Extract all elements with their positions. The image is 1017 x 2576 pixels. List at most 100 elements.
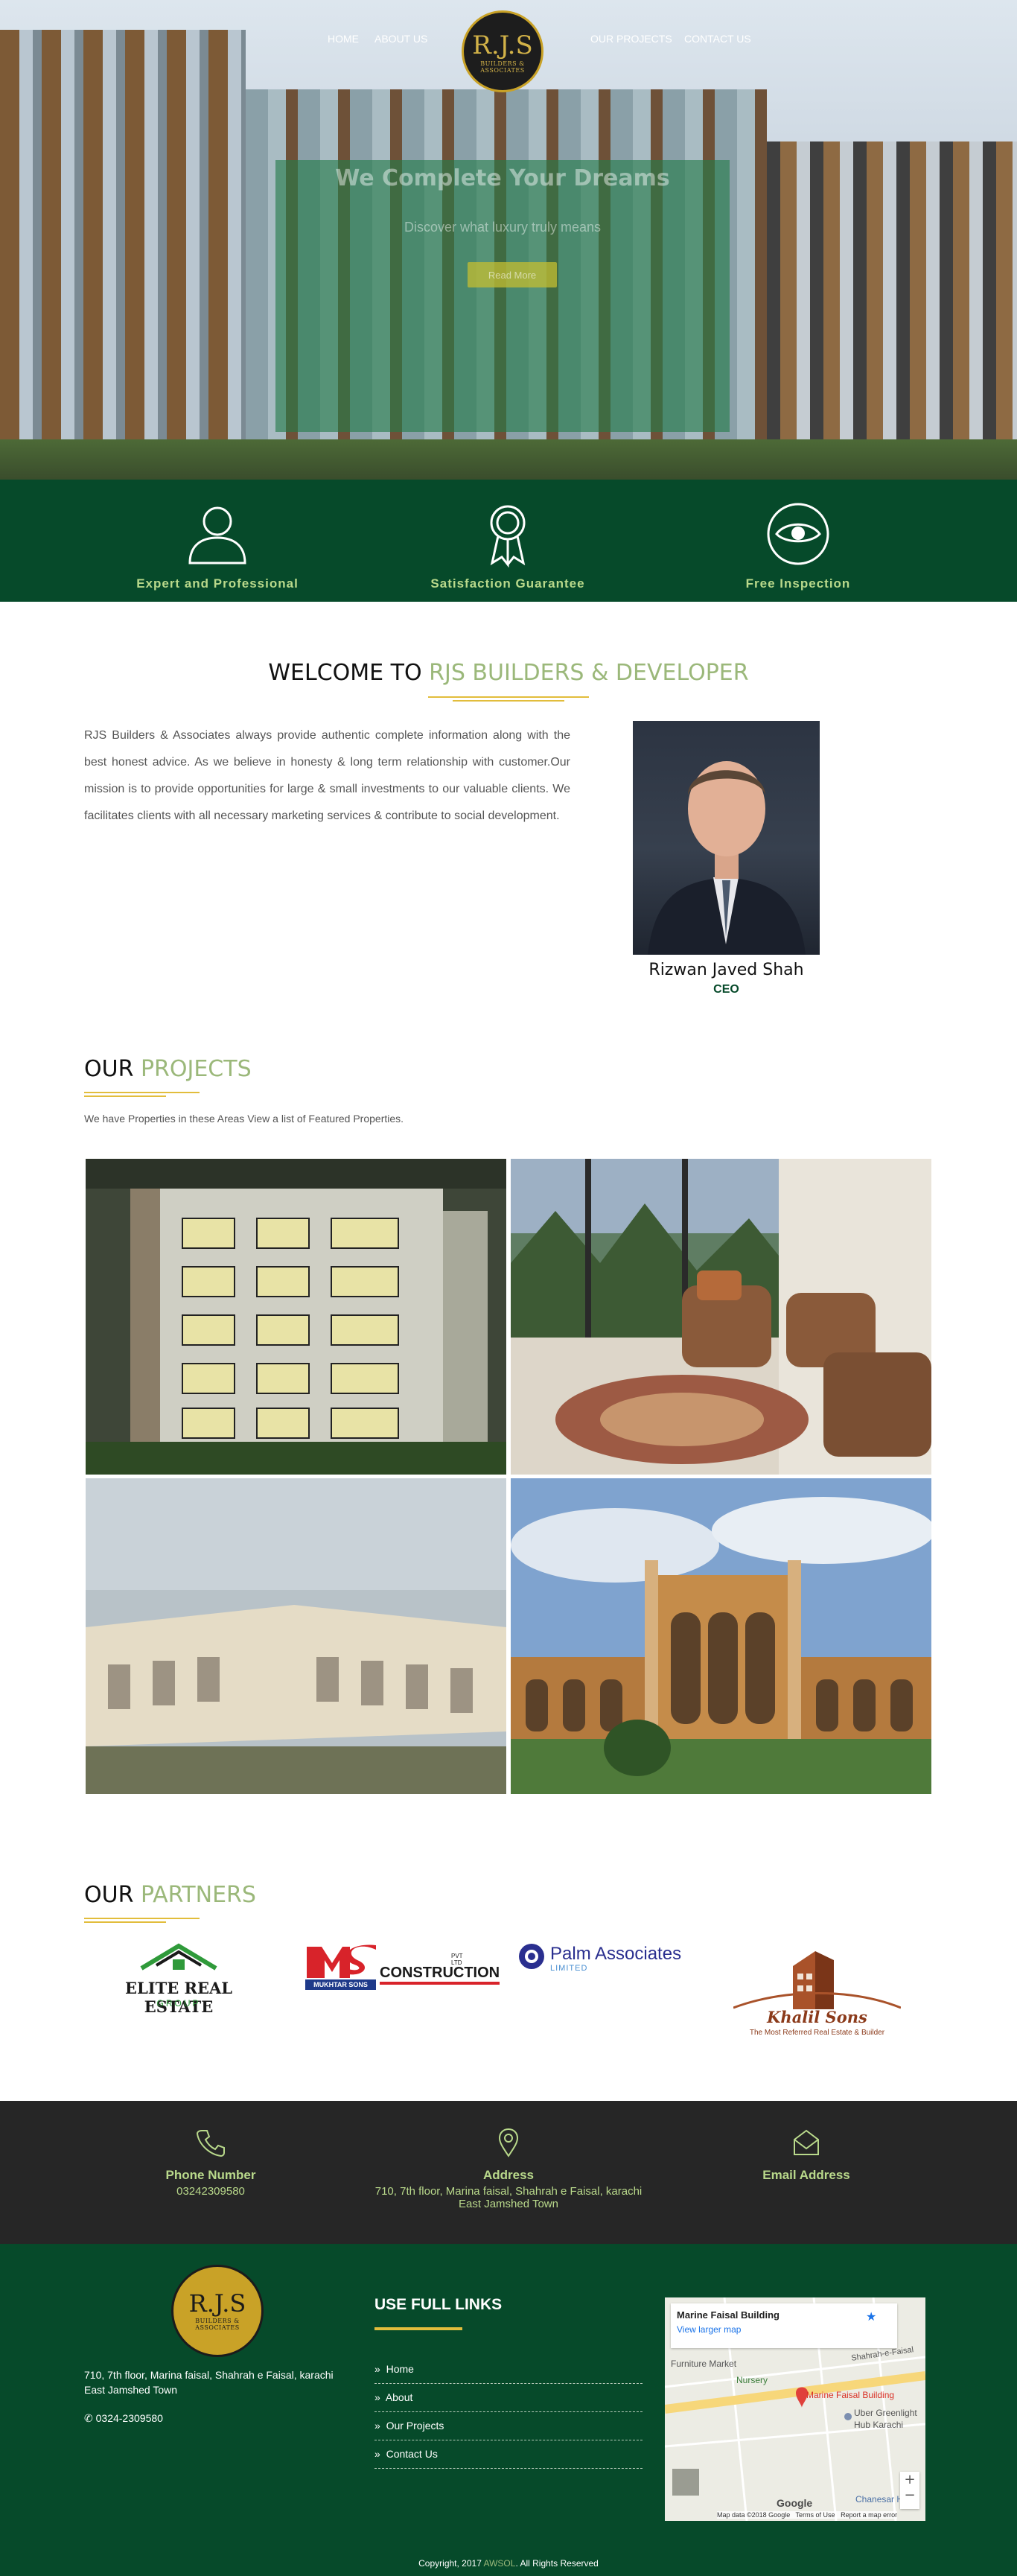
chevron-right-icon: » <box>374 2448 380 2460</box>
contact-email-label[interactable]: Email Address <box>657 2168 955 2183</box>
contact-phone-label: Phone Number <box>165 2168 256 2182</box>
nav-contact[interactable]: CONTACT US <box>684 33 751 45</box>
contact-phone-value[interactable]: 03242309580 <box>62 2185 360 2198</box>
footer-logo-tagline: BUILDERS & ASSOCIATES <box>195 2318 240 2331</box>
partner-sub: The Most Referred Real Estate & Builder <box>749 2029 885 2037</box>
map-place-card: Marine Faisal Building View larger map ★ <box>671 2303 897 2348</box>
features-band: Expert and Professional Satisfaction Gua… <box>0 480 1017 602</box>
map-star-icon[interactable]: ★ <box>866 2309 876 2324</box>
partners-heading: OUR PARTNERS <box>84 1882 256 1908</box>
footer-link-label[interactable]: About <box>386 2391 413 2403</box>
phone-icon: ✆ <box>84 2412 93 2424</box>
welcome-title-accent: RJS BUILDERS & DEVELOPER <box>429 660 749 686</box>
partner-sub: CONSTRUCTION <box>380 1965 500 1985</box>
project-photo <box>511 1478 931 1794</box>
project-image-interior[interactable] <box>511 1159 931 1475</box>
links-title-bar <box>374 2327 462 2330</box>
contact-address-line2: East Jamshed Town <box>459 2198 558 2210</box>
hero-banner: We Complete Your Dreams Discover what lu… <box>0 0 1017 480</box>
map-google-logo: Google <box>777 2497 813 2509</box>
partner-khalil-sons[interactable]: Khalil Sons The Most Referred Real Estat… <box>733 1944 902 2041</box>
footer-link-projects[interactable]: » Our Projects <box>374 2412 643 2440</box>
khalil-building-icon <box>733 1951 902 2009</box>
building-right <box>767 141 1017 447</box>
footer-phone-number[interactable]: 0324-2309580 <box>96 2412 163 2424</box>
footer-link-about[interactable]: » About <box>374 2384 643 2412</box>
partner-suffix: PVT LTD <box>451 1953 463 1966</box>
map-attribution: Map data ©2018 Google Terms of Use Repor… <box>717 2511 898 2519</box>
footer-address-line2: East Jamshed Town <box>84 2384 178 2396</box>
feature-label: Free Inspection <box>745 576 851 591</box>
chevron-right-icon: » <box>374 2363 380 2375</box>
phone-icon <box>196 2130 225 2157</box>
copyright-line: Copyright, 2017 AWSOL. All Rights Reserv… <box>0 2558 1017 2569</box>
site-footer: R.J.S BUILDERS & ASSOCIATES 710, 7th flo… <box>0 2244 1017 2576</box>
partners-underline <box>84 1918 200 1924</box>
zoom-in-icon[interactable]: + <box>900 2472 919 2487</box>
project-image-palace[interactable] <box>511 1478 931 1794</box>
footer-link-home[interactable]: » Home <box>374 2356 643 2384</box>
footer-link-label[interactable]: Contact Us <box>386 2448 438 2460</box>
nav-home-link[interactable]: HOME <box>328 33 359 45</box>
nav-projects-link[interactable]: OUR PROJECTS <box>590 33 672 45</box>
feature-expert: Expert and Professional <box>106 500 329 591</box>
footer-link-label[interactable]: Our Projects <box>386 2420 444 2432</box>
envelope-icon <box>794 2129 819 2155</box>
hero-subtitle: Discover what luxury truly means <box>404 220 602 235</box>
user-icon <box>188 506 246 565</box>
logo-tagline: BUILDERS & ASSOCIATES <box>480 60 525 74</box>
welcome-heading: WELCOME TO RJS BUILDERS & DEVELOPER <box>0 660 1017 686</box>
partner-mukhtar-sons[interactable]: MUKHTAR SONS CONSTRUCTION PVT LTD <box>305 1944 500 2026</box>
partner-name: ELITE REAL ESTATE <box>124 1979 233 2016</box>
nav-home[interactable]: HOME <box>328 33 359 45</box>
partners-title-prefix: OUR <box>84 1882 141 1908</box>
contact-address-label: Address <box>482 2168 535 2182</box>
footer-logo[interactable]: R.J.S BUILDERS & ASSOCIATES <box>171 2265 264 2357</box>
projects-heading: OUR PROJECTS <box>84 1056 252 1082</box>
footer-phone[interactable]: ✆ 0324-2309580 <box>84 2412 163 2425</box>
partner-elite-real-estate[interactable]: ELITE REAL ESTATE GROUP <box>97 1940 261 2022</box>
read-more-button[interactable]: Read More <box>468 262 557 287</box>
project-photo <box>86 1478 506 1794</box>
site-logo[interactable]: R.J.S BUILDERS & ASSOCIATES <box>462 10 543 92</box>
partner-palm-associates[interactable]: Palm Associates LIMITED <box>517 1942 696 2024</box>
ms-logo-icon <box>307 1944 376 1978</box>
partner-sub: LIMITED <box>550 1964 588 1973</box>
partner-sub: GROUP <box>156 1998 201 2009</box>
map-larger-link[interactable]: View larger map <box>677 2324 741 2335</box>
hero-ground <box>0 439 1017 480</box>
ceo-name: Rizwan Javed Shah <box>648 961 804 979</box>
footer-links: » Home » About » Our Projects » Contact … <box>374 2356 643 2469</box>
project-image-apartments[interactable] <box>86 1159 506 1475</box>
contact-strip: Phone Number 03242309580 Address 710, 7t… <box>0 2101 1017 2244</box>
contact-address-line1: 710, 7th floor, Marina faisal, Shahrah e… <box>374 2185 643 2198</box>
feature-label: Satisfaction Guarantee <box>430 576 585 591</box>
project-image-villas[interactable] <box>86 1478 506 1794</box>
footer-link-label[interactable]: Home <box>386 2363 414 2375</box>
map-terms-link[interactable]: Terms of Use <box>796 2511 835 2519</box>
map-label: Nursery <box>736 2375 768 2385</box>
hero-overlay <box>275 160 730 432</box>
map-place-name: Marine Faisal Building <box>677 2309 780 2321</box>
footer-address-line1: 710, 7th floor, Marina faisal, Shahrah e… <box>84 2369 334 2381</box>
map-label: Uber Greenlight <box>854 2408 917 2418</box>
map-data-credit: Map data ©2018 Google <box>717 2511 791 2519</box>
nav-projects[interactable]: OUR PROJECTS <box>590 33 672 45</box>
footer-link-contact[interactable]: » Contact Us <box>374 2440 643 2469</box>
contact-email: Email Address <box>657 2128 955 2183</box>
contact-phone: Phone Number 03242309580 <box>62 2128 360 2198</box>
feature-satisfaction: Satisfaction Guarantee <box>396 500 619 591</box>
nav-about-link[interactable]: ABOUT US <box>374 33 427 45</box>
map-report-link[interactable]: Report a map error <box>841 2511 897 2519</box>
zoom-out-icon[interactable]: − <box>900 2487 919 2503</box>
embedded-map[interactable]: Marine Faisal Building View larger map ★… <box>665 2297 925 2521</box>
map-zoom-controls[interactable]: + − <box>900 2472 919 2509</box>
location-pin-icon <box>498 2128 519 2157</box>
nav-contact-link[interactable]: CONTACT US <box>684 33 751 45</box>
map-label: Furniture Market <box>671 2359 737 2369</box>
nav-about[interactable]: ABOUT US <box>374 33 427 45</box>
copyright-brand-link[interactable]: AWSOL <box>484 2558 516 2569</box>
footer-logo-text: R.J.S <box>188 2289 246 2318</box>
palm-logo-icon <box>519 1944 544 1969</box>
copyright-suffix: . All Rights Reserved <box>515 2558 599 2569</box>
